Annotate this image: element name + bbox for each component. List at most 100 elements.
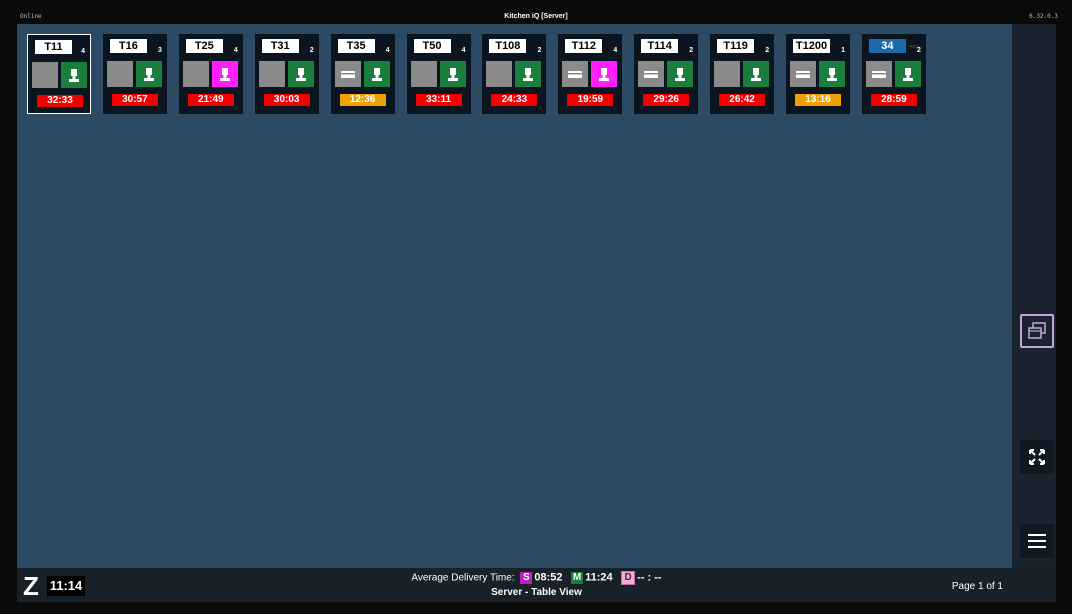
guest-count: 4 — [613, 47, 618, 54]
table-name: T114 — [641, 39, 679, 53]
chef-icon — [751, 68, 762, 81]
table-timer: 30:57 — [111, 94, 158, 106]
chef-icon — [447, 68, 458, 81]
course-status-left — [486, 61, 513, 87]
table-card[interactable]: T119 2 26:42 — [710, 34, 775, 114]
table-card[interactable]: T31 2 30:03 — [254, 34, 319, 114]
course-status-right — [287, 61, 314, 87]
table-timer: 13:16 — [795, 94, 841, 106]
view-label: Server - Table View — [491, 587, 582, 598]
course-status-left — [258, 61, 285, 87]
chef-icon — [371, 68, 382, 81]
table-card[interactable]: T114 2 29:26 — [634, 34, 699, 114]
d-badge: D — [621, 571, 636, 585]
table-card[interactable]: T108 2 24:33 — [482, 34, 547, 114]
chef-icon — [902, 68, 913, 81]
guest-count: 2 — [309, 47, 314, 54]
m-badge: M — [571, 572, 584, 584]
guest-count: 4 — [81, 48, 85, 55]
menu-button[interactable] — [1020, 524, 1054, 558]
course-status-right — [211, 61, 238, 87]
table-name: T16 — [109, 39, 147, 53]
course-status-left — [562, 61, 589, 87]
chef-icon — [523, 68, 534, 81]
table-timer: 26:42 — [719, 94, 766, 106]
table-name: 34 — [868, 39, 906, 53]
chef-icon — [599, 68, 610, 81]
chef-icon — [143, 68, 154, 81]
table-card[interactable]: 34 ⌁▭ 2 28:59 — [861, 34, 926, 114]
tray-icon — [340, 71, 355, 78]
course-status-left — [32, 62, 58, 88]
course-status-right — [515, 61, 542, 87]
course-status-right — [894, 61, 921, 87]
table-name: T25 — [185, 39, 223, 53]
right-sidebar — [1012, 24, 1056, 568]
table-card[interactable]: T112 4 19:59 — [558, 34, 623, 114]
table-name: T11 — [35, 40, 72, 54]
course-status-right — [819, 61, 845, 87]
tables-area: T11 4 32:33 T16 3 30:57 T25 4 21:49 T31 2 30:03 T35 4… — [17, 24, 1012, 568]
course-status-left — [334, 61, 361, 87]
table-card[interactable]: T1200 1 13:16 — [786, 34, 850, 114]
guest-count: 2 — [916, 47, 921, 54]
course-status-left — [410, 61, 437, 87]
d-time: -- : -- — [637, 571, 662, 584]
course-status-left — [638, 61, 665, 87]
table-timer: 28:59 — [870, 94, 917, 106]
table-name: T31 — [261, 39, 299, 53]
table-timer: 33:11 — [415, 94, 462, 106]
tray-icon — [871, 71, 886, 78]
chef-icon — [219, 68, 230, 81]
table-timer: 21:49 — [187, 94, 234, 106]
table-card[interactable]: T11 4 32:33 — [27, 34, 91, 114]
course-status-left — [106, 61, 133, 87]
guest-count: 4 — [233, 47, 238, 54]
tray-icon — [568, 71, 583, 78]
course-status-right — [439, 61, 466, 87]
guest-count: 4 — [461, 47, 466, 54]
tray-icon — [796, 71, 810, 78]
course-status-right — [591, 61, 618, 87]
table-card[interactable]: T16 3 30:57 — [102, 34, 167, 114]
course-status-left — [865, 61, 892, 87]
menu-icon — [1028, 534, 1046, 548]
window-title: Kitchen iQ [Server] — [504, 13, 568, 20]
table-timer: 12:36 — [339, 94, 386, 106]
version-label: 6.32.0.3 — [1029, 13, 1058, 20]
avg-label: Average Delivery Time: — [411, 572, 515, 584]
guest-count: 2 — [689, 47, 694, 54]
cards-view-button[interactable] — [1020, 314, 1054, 348]
guest-count: 4 — [385, 47, 390, 54]
table-name: T50 — [413, 39, 451, 53]
course-status-left — [182, 61, 209, 87]
page-indicator: Page 1 of 1 — [951, 581, 1003, 592]
chef-icon — [295, 68, 306, 81]
table-timer: 19:59 — [567, 94, 614, 106]
footer: Z 11:14 Average Delivery Time: S 08:52 M1… — [17, 568, 1056, 602]
course-status-left — [714, 61, 741, 87]
average-delivery: Average Delivery Time: S 08:52 M 11:24 D --… — [17, 571, 1056, 585]
table-card[interactable]: T50 4 33:11 — [406, 34, 471, 114]
course-status-right — [363, 61, 390, 87]
table-timer: 24:33 — [491, 94, 538, 106]
table-card[interactable]: T25 4 21:49 — [178, 34, 243, 114]
course-status-right — [61, 62, 87, 88]
guest-count: 1 — [841, 47, 845, 54]
title-bar: Online Kitchen iQ [Server] 6.32.0.3 — [0, 0, 1072, 22]
table-timer: 29:26 — [643, 94, 690, 106]
table-timer: 32:33 — [37, 95, 83, 107]
chef-icon — [675, 68, 686, 81]
tray-icon — [644, 71, 659, 78]
course-status-right — [667, 61, 694, 87]
course-status-right — [135, 61, 162, 87]
chef-icon — [827, 68, 837, 81]
table-name: T119 — [717, 39, 755, 53]
guest-count: 2 — [537, 47, 542, 54]
fullscreen-button[interactable] — [1020, 440, 1054, 474]
guest-count: 2 — [765, 47, 770, 54]
guest-count: 3 — [157, 47, 162, 54]
table-card[interactable]: T35 4 12:36 — [330, 34, 395, 114]
table-name: T1200 — [793, 39, 830, 53]
course-status-left — [790, 61, 816, 87]
